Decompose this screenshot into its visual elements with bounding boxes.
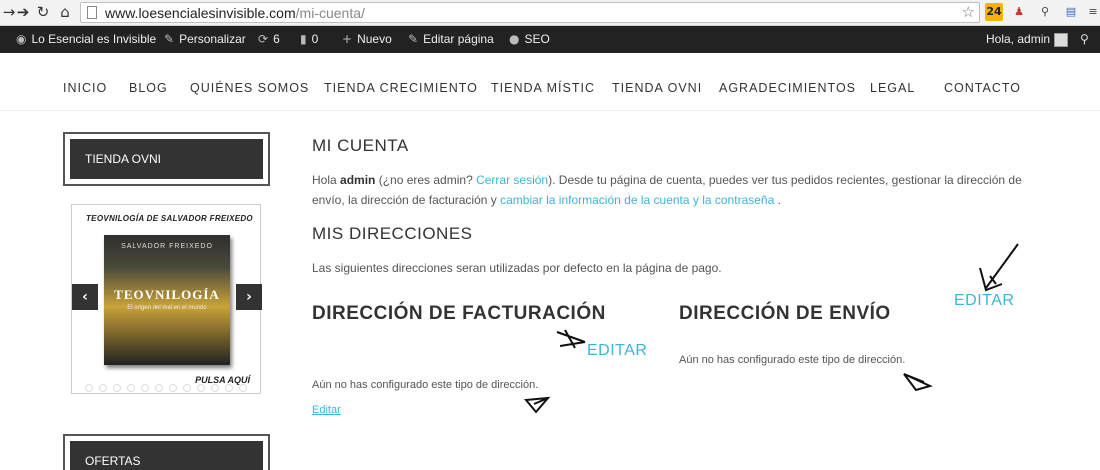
user-extension-icon[interactable]: ♟ <box>1010 3 1028 21</box>
widget-title: TIENDA OVNI <box>70 139 263 179</box>
logout-link[interactable]: Cerrar sesión <box>476 173 548 187</box>
reload-icon[interactable]: ↻ <box>34 2 52 22</box>
comment-icon: ▮ <box>300 32 307 46</box>
extension-badge-icon[interactable]: 24 <box>985 3 1003 21</box>
bookmark-star-icon[interactable]: ☆ <box>962 3 975 21</box>
customize-link[interactable]: ✎ Personalizar <box>164 26 246 53</box>
browser-toolbar: → ➔ ↻ ⌂ www.loesencialesinvisible.com/mi… <box>0 0 1100 26</box>
nav-item-tienda-ovni[interactable]: TIENDA OVNI <box>612 81 702 95</box>
url-text: www.loesencialesinvisible.com/mi-cuenta/ <box>105 5 365 21</box>
account-menu[interactable]: Hola, admin <box>986 26 1069 53</box>
annotation-arrow-icon <box>556 329 586 349</box>
avatar <box>1054 32 1069 47</box>
annotation-editar-billing: EDITAR <box>587 342 648 359</box>
page-title: MI CUENTA <box>312 136 409 155</box>
slider-dot[interactable] <box>239 384 247 392</box>
edit-page-link[interactable]: ✎ Editar página <box>408 26 494 53</box>
annotation-arrow-icon <box>979 243 1019 292</box>
slider-dot[interactable] <box>99 384 107 392</box>
book-subtitle: El origen del mal en el mundo <box>127 305 207 311</box>
shipping-empty-text: Aún no has configurado este tipo de dire… <box>679 354 906 366</box>
book-author: SALVADOR FREIXEDO <box>121 243 213 250</box>
slider-dot[interactable] <box>225 384 233 392</box>
seo-dot-icon: ● <box>509 32 520 46</box>
book-title: TEOVNILOGÍA <box>114 287 220 302</box>
page-icon <box>87 6 97 19</box>
slider-caption: TEOVNILOGÍA DE SALVADOR FREIXEDO <box>86 214 253 223</box>
main-navigation: INICIO BLOG QUIÉNES SOMOS TIENDA CRECIMI… <box>0 53 1100 111</box>
nav-item-quienes-somos[interactable]: QUIÉNES SOMOS <box>190 81 309 95</box>
product-slider[interactable]: TEOVNILOGÍA DE SALVADOR FREIXEDO SALVADO… <box>71 204 261 394</box>
change-account-link[interactable]: cambiar la información de la cuenta y la… <box>500 193 774 207</box>
slider-dot[interactable] <box>211 384 219 392</box>
extension-window-icon[interactable]: ▤ <box>1062 3 1080 21</box>
nav-item-blog[interactable]: BLOG <box>129 81 168 95</box>
slider-prev-chevron-icon[interactable]: ‹ <box>72 284 98 310</box>
account-intro-text: Hola admin (¿no eres admin? Cerrar sesió… <box>312 173 1022 207</box>
annotation-arrow-icon <box>903 373 933 392</box>
nav-item-contacto[interactable]: CONTACTO <box>944 81 1021 95</box>
addresses-title: MIS DIRECCIONES <box>312 224 473 243</box>
brush-icon: ✎ <box>164 32 175 46</box>
pencil-icon: ✎ <box>408 32 419 46</box>
slider-dot[interactable] <box>183 384 191 392</box>
billing-empty-text: Aún no has configurado este tipo de dire… <box>312 379 539 391</box>
billing-edit-link[interactable]: Editar <box>312 404 341 416</box>
admin-search-icon[interactable]: ⚲ <box>1080 26 1094 53</box>
wp-admin-bar: ◉ Lo Esencial es Invisible ✎ Personalizar … <box>0 26 1100 53</box>
seo-link[interactable]: ● SEO <box>509 26 550 53</box>
slider-dot[interactable] <box>141 384 149 392</box>
nav-item-inicio[interactable]: INICIO <box>63 81 107 95</box>
shipping-address-title: DIRECCIÓN DE ENVÍO <box>679 303 891 324</box>
nav-item-agradecimientos[interactable]: AGRADECIMIENTOS <box>719 81 856 95</box>
nav-item-legal[interactable]: LEGAL <box>870 81 915 95</box>
widget-tienda-ovni: TIENDA OVNI <box>63 132 270 186</box>
slider-next-chevron-icon[interactable]: › <box>236 284 262 310</box>
slider-dot[interactable] <box>169 384 177 392</box>
dashboard-icon: ◉ <box>16 32 27 46</box>
address-bar[interactable]: www.loesencialesinvisible.com/mi-cuenta/… <box>80 2 980 23</box>
addresses-description: Las siguientes direcciones seran utiliza… <box>312 261 722 275</box>
forward-arrow-icon[interactable]: ➔ <box>14 2 32 22</box>
slider-dot[interactable] <box>113 384 121 392</box>
widget-ofertas: OFERTAS <box>63 434 270 470</box>
comments-link[interactable]: ▮ 0 <box>300 26 318 53</box>
site-name-link[interactable]: ◉ Lo Esencial es Invisible <box>16 26 156 53</box>
home-icon[interactable]: ⌂ <box>56 2 74 22</box>
updates-link[interactable]: ⟳ 6 <box>258 26 280 53</box>
updates-icon: ⟳ <box>258 32 269 46</box>
annotation-arrow-icon <box>524 396 551 414</box>
slider-dots <box>71 382 261 394</box>
nav-item-tienda-crecimiento[interactable]: TIENDA CRECIMIENTO <box>324 81 478 95</box>
new-content-link[interactable]: + Nuevo <box>342 26 392 53</box>
slider-dot[interactable] <box>85 384 93 392</box>
slider-dot[interactable] <box>197 384 205 392</box>
slider-dot[interactable] <box>127 384 135 392</box>
billing-address-title: DIRECCIÓN DE FACTURACIÓN <box>312 303 606 324</box>
nav-item-tienda-mistic[interactable]: TIENDA MÍSTIC <box>491 81 595 95</box>
book-cover-image[interactable]: SALVADOR FREIXEDO TEOVNILOGÍA El origen … <box>104 235 230 365</box>
widget-title: OFERTAS <box>70 441 263 470</box>
plus-icon: + <box>342 32 353 46</box>
menu-icon[interactable]: ≡ <box>1084 3 1100 21</box>
slider-dot[interactable] <box>155 384 163 392</box>
magnifier-icon[interactable]: ⚲ <box>1036 3 1054 21</box>
